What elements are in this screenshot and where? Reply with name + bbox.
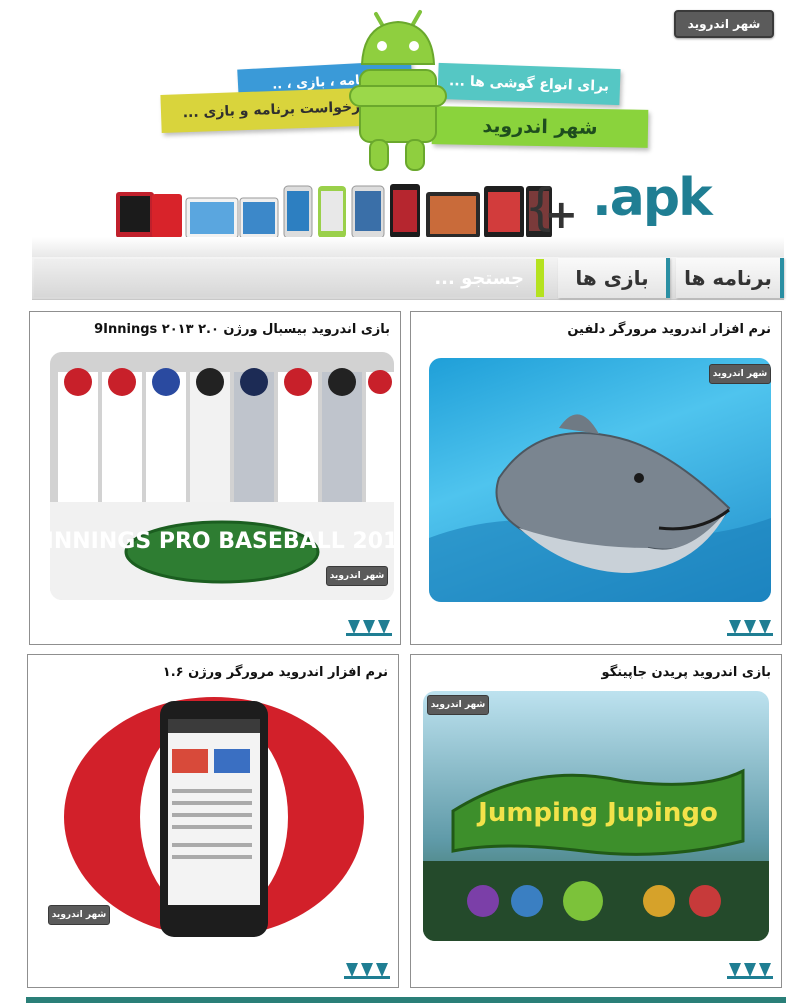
plus-sign: + [544, 192, 578, 238]
download-arrows-icon[interactable] [344, 961, 392, 979]
post-title[interactable]: نرم افزار اندروید مرورگر دلفین [567, 322, 771, 337]
tab-games[interactable]: بازی ها [558, 258, 670, 298]
footer-divider [26, 997, 786, 1003]
ribbon-devices-label: برای انواع گوشی ها ... [448, 73, 610, 95]
watermark-badge: شهر اندروید [709, 364, 771, 384]
tab-games-label: بازی ها [575, 266, 649, 290]
image-logo-text: 9INNINGS PRO BASEBALL 2013 [50, 529, 394, 554]
post-image-opera[interactable]: شهر اندروید [42, 693, 388, 939]
post-card-opera[interactable]: نرم افزار اندروید مرورگر ورژن ۱.۶ شهر ان… [27, 654, 399, 988]
post-card-jupingo[interactable]: بازی اندروید پریدن جاپینگو Jumping Jupin… [410, 654, 782, 988]
post-image-jupingo[interactable]: Jumping Jupingo شهر اندروید [423, 691, 769, 941]
download-arrows-icon[interactable] [346, 618, 394, 636]
tab-apps-label: برنامه ها [684, 266, 772, 290]
ribbon-site-name-label: شهر اندروید [482, 114, 598, 140]
watermark-badge: شهر اندروید [427, 695, 489, 715]
tab-apps[interactable]: برنامه ها [676, 258, 784, 298]
apk-label: .apk [592, 168, 713, 228]
watermark-badge: شهر اندروید [48, 905, 110, 925]
header-divider [32, 237, 784, 257]
post-title[interactable]: بازی اندروید بیسبال ورژن ۲.۰ ۲۰۱۳ 9Innin… [94, 322, 390, 337]
brand-badge-label: شهر اندروید [687, 17, 761, 31]
ribbon-devices: برای انواع گوشی ها ... [437, 62, 621, 106]
post-card-dolphin[interactable]: نرم افزار اندروید مرورگر دلفین شهر اندرو… [410, 311, 782, 645]
post-image-dolphin[interactable]: شهر اندروید [429, 358, 771, 602]
post-card-9innings[interactable]: بازی اندروید بیسبال ورژن ۲.۰ ۲۰۱۳ 9Innin… [29, 311, 401, 645]
post-title[interactable]: نرم افزار اندروید مرورگر ورژن ۱.۶ [163, 665, 388, 680]
search-input[interactable] [34, 259, 544, 297]
brand-badge[interactable]: شهر اندروید [674, 10, 774, 38]
image-logo-text: Jumping Jupingo [476, 798, 718, 828]
download-arrows-icon[interactable] [727, 618, 775, 636]
ribbon-site-name: شهر اندروید [431, 106, 649, 148]
post-title[interactable]: بازی اندروید پریدن جاپینگو [602, 665, 771, 680]
post-image-9innings[interactable]: 9INNINGS PRO BASEBALL 2013 شهر اندروید [50, 352, 394, 600]
android-mascot-icon [349, 10, 447, 171]
download-arrows-icon[interactable] [727, 961, 775, 979]
svg-text:{: { [86, 178, 88, 236]
watermark-badge: شهر اندروید [326, 566, 388, 586]
